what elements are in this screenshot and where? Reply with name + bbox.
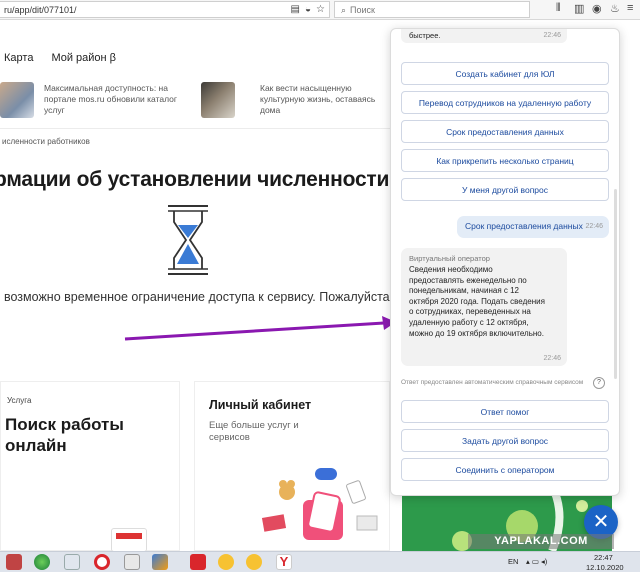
url-text: ru/app/dit/077101/: [4, 5, 77, 15]
ask-another-button[interactable]: Задать другой вопрос: [401, 429, 609, 452]
account-icon[interactable]: ◉: [592, 2, 602, 15]
app-icon-files[interactable]: [124, 554, 140, 570]
reader-icon[interactable]: ▤: [291, 4, 300, 15]
services-illustration: [261, 468, 378, 540]
connect-operator-button[interactable]: Соединить с оператором: [401, 458, 609, 481]
watermark: YAPLAKAL.COM: [468, 534, 614, 549]
option-remote-transfer[interactable]: Перевод сотрудников на удаленную работу: [401, 91, 609, 114]
tray-icons[interactable]: ▴ ▭ ◂): [526, 557, 547, 566]
library-icon[interactable]: ⫴: [556, 2, 561, 15]
app-icon-green[interactable]: [34, 554, 50, 570]
page-title: рмации об установлении численности: [0, 168, 390, 191]
nav-item-my-district[interactable]: Мой район β: [51, 52, 116, 64]
app-icon-red[interactable]: [190, 554, 206, 570]
browser-toolbar: ru/app/dit/077101/ ▤ ◒ ☆ ⌕ Поиск ⫴ ▥ ◉ ♨ …: [0, 0, 640, 20]
answer-helped-button[interactable]: Ответ помог: [401, 400, 609, 423]
news-thumb-2[interactable]: [201, 82, 235, 118]
address-bar[interactable]: ru/app/dit/077101/ ▤ ◒ ☆: [0, 1, 330, 18]
card-title: Личный кабинет: [209, 398, 312, 412]
bot-message: Виртуальный оператор Сведения необходимо…: [401, 248, 567, 366]
divider: [0, 128, 390, 129]
card-label: Услуга: [7, 396, 32, 405]
app-icon-window[interactable]: [64, 554, 80, 570]
chat-panel: быстрее. 22:46 Создать кабинет для ЮЛ Пе…: [390, 28, 620, 496]
start-icon[interactable]: [6, 554, 22, 570]
1c-icon[interactable]: [218, 554, 234, 570]
message-text: Сведения необходимо предоставлять еженед…: [409, 265, 545, 338]
close-icon: ✕: [592, 511, 610, 533]
message-text: Срок предоставления данных: [465, 221, 583, 231]
message-time: 22:46: [585, 223, 603, 230]
bot-sender: Виртуальный оператор: [409, 254, 490, 263]
1c-icon-2[interactable]: [246, 554, 262, 570]
message-time: 22:46: [543, 355, 561, 362]
chat-scrollbar[interactable]: [614, 189, 617, 379]
yandex-browser-icon[interactable]: Y: [276, 554, 292, 570]
message-time: 22:46: [543, 32, 561, 39]
card-subtitle: Еще больше услуг и сервисов: [209, 420, 299, 443]
personal-account-card[interactable]: Личный кабинет Еще больше услуг и сервис…: [194, 381, 390, 551]
menu-icon[interactable]: ≡: [627, 2, 633, 14]
news-thumb-1[interactable]: [0, 82, 34, 118]
opera-icon[interactable]: [94, 554, 110, 570]
laptop-illustration: [111, 528, 147, 552]
bookmark-star-icon[interactable]: ☆: [316, 4, 325, 15]
news-item-2[interactable]: Как вести насыщенную культурную жизнь, о…: [260, 83, 380, 116]
search-icon: ⌕: [341, 5, 347, 15]
option-attach-pages[interactable]: Как прикрепить несколько страниц: [401, 149, 609, 172]
message-text: быстрее.: [409, 31, 441, 40]
option-other-question[interactable]: У меня другой вопрос: [401, 178, 609, 201]
access-notice: возможно временное ограничение доступа к…: [4, 290, 411, 304]
pocket-icon[interactable]: ◒: [305, 4, 311, 15]
clock-date[interactable]: 12.10.2020: [586, 563, 624, 572]
user-message: Срок предоставления данных 22:46: [457, 216, 609, 238]
service-card-job-search[interactable]: Услуга Поиск работы онлайн: [0, 381, 180, 552]
news-item-1[interactable]: Максимальная доступность: на портале mos…: [44, 83, 184, 116]
url-icons: ▤ ◒ ☆: [291, 4, 325, 15]
search-placeholder: Поиск: [350, 5, 375, 15]
help-icon[interactable]: ?: [593, 377, 605, 389]
hourglass-icon: [168, 205, 208, 275]
nav-item-map[interactable]: Карта: [4, 52, 33, 64]
card-title: Поиск работы онлайн: [5, 415, 124, 455]
bot-message-previous: быстрее. 22:46: [401, 29, 567, 43]
language-indicator[interactable]: EN: [508, 557, 518, 566]
breadcrumb[interactable]: исленности работников: [2, 137, 90, 146]
auto-answer-note: Ответ предоставлен автоматическим справо…: [401, 379, 584, 386]
option-create-legal-account[interactable]: Создать кабинет для ЮЛ: [401, 62, 609, 85]
app-icon-grid[interactable]: [152, 554, 168, 570]
option-submission-deadline[interactable]: Срок предоставления данных: [401, 120, 609, 143]
clock-time[interactable]: 22:47: [594, 553, 613, 562]
taskbar: Y EN ▴ ▭ ◂) 22:47 12.10.2020: [0, 551, 640, 572]
extension-icon[interactable]: ♨: [610, 2, 620, 15]
site-nav: Карта Мой район β: [4, 52, 116, 64]
search-input[interactable]: ⌕ Поиск: [334, 1, 530, 18]
sidebar-icon[interactable]: ▥: [574, 2, 584, 15]
